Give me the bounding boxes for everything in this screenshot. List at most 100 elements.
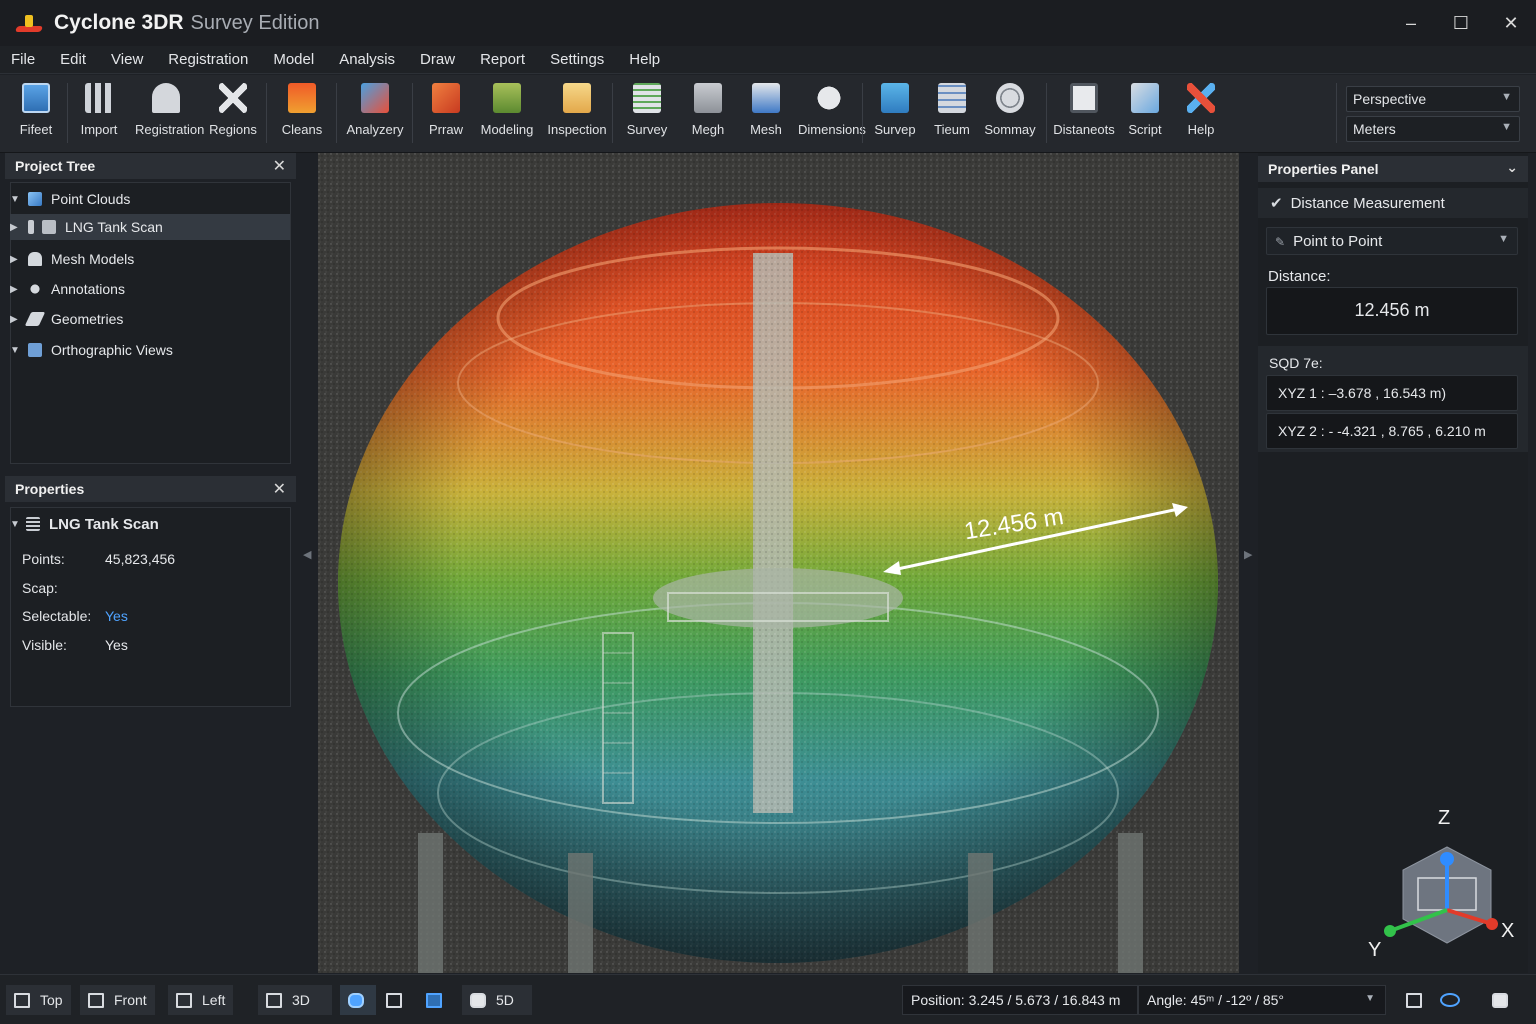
collapse-left-icon[interactable]: ◀	[303, 548, 311, 561]
tree-item-point-clouds[interactable]: ▼ Point Clouds	[10, 186, 290, 212]
tool-mesh-stack[interactable]: Megh	[677, 81, 739, 145]
expand-arrow-icon[interactable]: ▶	[10, 314, 24, 325]
tool-dimensions[interactable]: Dimensions	[798, 81, 866, 145]
app-edition: Survey Edition	[190, 11, 320, 34]
prop-selectable-value[interactable]: Yes	[105, 608, 128, 624]
tool-distance[interactable]: Distaneots	[1053, 81, 1115, 145]
app-title: Cyclone 3DR	[54, 11, 184, 34]
properties-panel	[10, 507, 291, 707]
expand-arrow-icon[interactable]: ▶	[10, 254, 24, 265]
front-view-icon	[88, 992, 104, 1008]
5d-view-icon	[470, 992, 486, 1008]
scan-pin-icon	[28, 220, 34, 234]
close-button[interactable]: ✕	[1486, 0, 1536, 46]
collapse-right-icon[interactable]: ▶	[1244, 548, 1252, 561]
point-cloud-render[interactable]: 12.456 m	[318, 153, 1239, 973]
tool-script[interactable]: Script	[1114, 81, 1176, 145]
tree-item-orthographic-views[interactable]: ▼ Orthographic Views	[10, 337, 290, 363]
tree-item-annotations[interactable]: ▶ Annotations	[10, 276, 290, 302]
units-select[interactable]: Meters ▼	[1346, 116, 1520, 142]
tool-survey-post[interactable]: Survep	[864, 81, 926, 145]
view-3d-button[interactable]: 3D	[258, 985, 332, 1015]
tool-help[interactable]: Help	[1170, 81, 1232, 145]
tool-import[interactable]: Import	[68, 81, 130, 145]
tree-item-geometries[interactable]: ▶ Geometries	[10, 306, 290, 332]
menu-registration[interactable]: Registration	[157, 51, 259, 68]
tool-analysis[interactable]: Analyzery	[344, 81, 406, 145]
tool-file[interactable]: Fifeet	[5, 81, 67, 145]
check-icon: ✔	[1270, 195, 1283, 212]
draw-icon	[432, 83, 460, 113]
distance-measurement-section[interactable]: ✔ Distance Measurement	[1258, 188, 1528, 218]
tool-tieum[interactable]: Tieum	[921, 81, 983, 145]
prop-points-label: Points:	[22, 551, 65, 567]
view-top-button[interactable]: Top	[6, 985, 71, 1015]
tool-inspection[interactable]: Inspection	[546, 81, 608, 145]
menu-draw[interactable]: Draw	[409, 51, 466, 68]
distance-value: 12.456 m	[1266, 287, 1518, 335]
tool-modeling[interactable]: Modeling	[476, 81, 538, 145]
minimize-button[interactable]: –	[1386, 0, 1436, 46]
survey-icon	[633, 83, 661, 113]
registration-icon	[152, 83, 180, 113]
menu-report[interactable]: Report	[469, 51, 536, 68]
menu-view[interactable]: View	[100, 51, 154, 68]
xyz1-field[interactable]: XYZ 1 : –3.678 , 16.543 m)	[1266, 375, 1518, 411]
file-render-button[interactable]	[418, 985, 454, 1015]
survey-post-icon	[881, 83, 909, 113]
menu-file[interactable]: File	[0, 51, 46, 68]
tree-item-mesh-models[interactable]: ▶ Mesh Models	[10, 246, 290, 272]
menu-help[interactable]: Help	[618, 51, 671, 68]
menu-analysis[interactable]: Analysis	[328, 51, 406, 68]
scan-render-button[interactable]	[378, 985, 414, 1015]
tool-clean[interactable]: Cleans	[271, 81, 333, 145]
menu-edit[interactable]: Edit	[49, 51, 97, 68]
fit-view-button[interactable]	[1398, 985, 1430, 1015]
prop-visible-label: Visible:	[22, 637, 67, 653]
view-front-button[interactable]: Front	[80, 985, 155, 1015]
expand-arrow-icon[interactable]: ▼	[10, 519, 24, 530]
expand-arrow-icon[interactable]: ▶	[10, 222, 24, 233]
tree-item-lng-tank-scan[interactable]: ▶ LNG Tank Scan	[10, 214, 290, 240]
view-mode-select[interactable]: Perspective ▼	[1346, 86, 1520, 112]
expand-arrow-icon[interactable]: ▼	[10, 345, 24, 356]
gear-icon	[1492, 992, 1508, 1008]
cloud-render-button[interactable]	[340, 985, 376, 1015]
angle-readout[interactable]: Angle: 45ᵐ / -12º / 85° ▼	[1138, 985, 1386, 1015]
chevron-down-icon[interactable]: ⌄	[1506, 159, 1518, 176]
expand-arrow-icon[interactable]: ▼	[10, 194, 24, 205]
expand-arrow-icon[interactable]: ▶	[10, 284, 24, 295]
menu-model[interactable]: Model	[262, 51, 325, 68]
properties-panel-header: Properties Panel ⌄	[1258, 156, 1528, 182]
axis-gizmo[interactable]: Z X Y	[1368, 804, 1518, 970]
tool-registration[interactable]: Registration	[135, 81, 204, 145]
view-left-button[interactable]: Left	[168, 985, 234, 1015]
script-icon	[1131, 83, 1159, 113]
orbit-button[interactable]	[1432, 985, 1468, 1015]
maximize-button[interactable]: ☐	[1436, 0, 1486, 46]
measure-mode-select[interactable]: ✎ Point to Point ▼	[1266, 227, 1518, 255]
dimensions-icon	[815, 83, 843, 113]
close-icon[interactable]: ✕	[273, 156, 286, 176]
tool-globe[interactable]: Sommay	[979, 81, 1041, 145]
window-controls: – ☐ ✕	[1386, 0, 1536, 46]
tool-regions[interactable]: Regions	[202, 81, 264, 145]
xyz2-field[interactable]: XYZ 2 : - -4.321 , 8.765 , 6.210 m	[1266, 413, 1518, 449]
tool-mesh[interactable]: Mesh	[735, 81, 797, 145]
annotation-icon	[28, 282, 42, 296]
close-icon[interactable]: ✕	[273, 479, 286, 499]
point-cloud-icon	[28, 192, 42, 206]
prop-visible-value[interactable]: Yes	[105, 637, 128, 653]
settings-button[interactable]	[1484, 985, 1520, 1015]
viewport-3d[interactable]: 12.456 m	[318, 153, 1239, 973]
title-bar: Cyclone 3DR Survey Edition – ☐ ✕	[0, 0, 1536, 46]
axis-z-label: Z	[1438, 807, 1450, 829]
tieum-icon	[938, 83, 966, 113]
prop-selectable-label: Selectable:	[22, 608, 92, 624]
tool-survey[interactable]: Survey	[616, 81, 678, 145]
scan-file-icon	[42, 220, 56, 234]
view-5d-button[interactable]: 5D	[462, 985, 532, 1015]
cloud-icon	[348, 992, 364, 1008]
menu-settings[interactable]: Settings	[539, 51, 615, 68]
tool-draw[interactable]: Prraw	[415, 81, 477, 145]
